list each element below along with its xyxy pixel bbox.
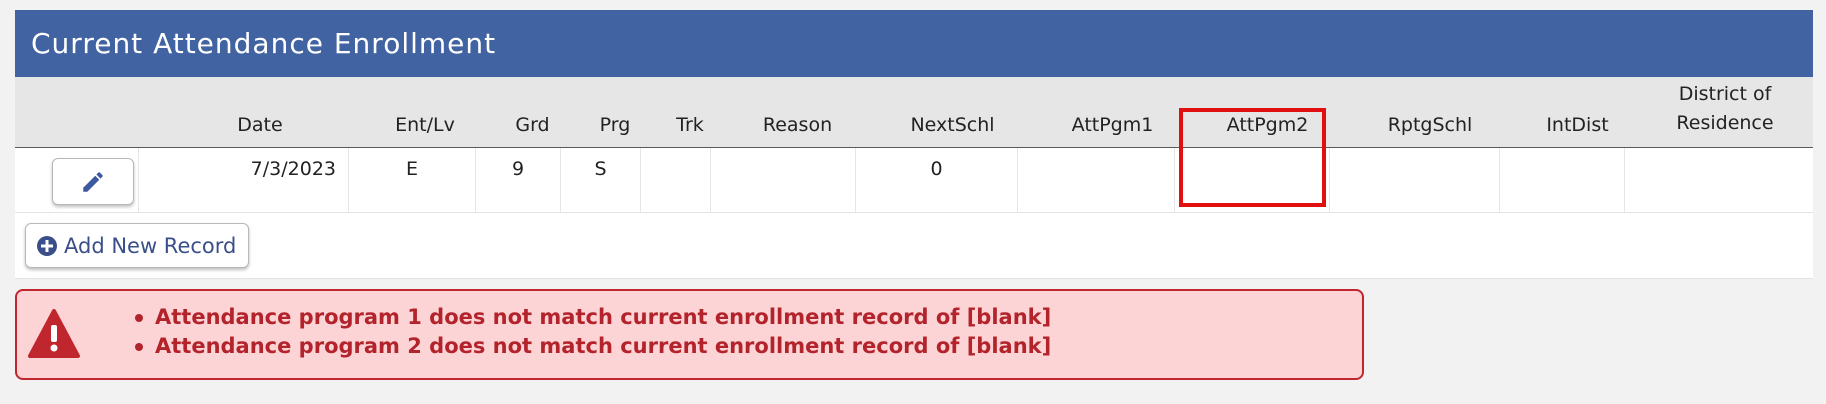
col-trk[interactable]: Trk — [655, 77, 725, 147]
cell-reason — [710, 148, 855, 212]
cell-grd: 9 — [475, 148, 560, 212]
cell-rptgschl — [1329, 148, 1499, 212]
plus-circle-icon — [37, 235, 57, 256]
cell-ent-lv: E — [348, 148, 475, 212]
col-date[interactable]: Date — [155, 77, 365, 147]
edit-cell — [15, 148, 138, 212]
col-attpgm1[interactable]: AttPgm1 — [1035, 77, 1190, 147]
cell-date: 7/3/2023 — [138, 148, 348, 212]
col-grd[interactable]: Grd — [490, 77, 575, 147]
cell-attpgm2 — [1174, 148, 1329, 212]
alert-message-list: Attendance program 1 does not match curr… — [135, 303, 1051, 361]
col-district-of-residence[interactable]: District of Residence — [1640, 77, 1810, 147]
col-district-line2: Residence — [1676, 111, 1774, 134]
col-rptgschl[interactable]: RptgSchl — [1345, 77, 1515, 147]
col-district-line1: District of — [1678, 82, 1772, 105]
cell-prg: S — [560, 148, 640, 212]
cell-intdist — [1499, 148, 1624, 212]
col-intdist[interactable]: IntDist — [1515, 77, 1640, 147]
add-record-row: Add New Record — [15, 213, 1813, 279]
alert-message: Attendance program 2 does not match curr… — [135, 332, 1051, 361]
alert-message-text: Attendance program 2 does not match curr… — [155, 334, 1052, 358]
error-alert: Attendance program 1 does not match curr… — [15, 289, 1364, 380]
warning-triangle-icon — [28, 309, 80, 358]
col-prg[interactable]: Prg — [575, 77, 655, 147]
col-attpgm2[interactable]: AttPgm2 — [1190, 77, 1345, 147]
panel-title: Current Attendance Enrollment — [15, 10, 1813, 77]
col-ent-lv[interactable]: Ent/Lv — [360, 77, 490, 147]
cell-trk — [640, 148, 710, 212]
cell-attpgm1 — [1017, 148, 1174, 212]
attendance-enrollment-panel: Current Attendance Enrollment Date Ent/L… — [15, 10, 1813, 279]
edit-button[interactable] — [52, 158, 134, 205]
col-nextschl[interactable]: NextSchl — [870, 77, 1035, 147]
pencil-icon — [83, 171, 103, 192]
add-new-record-label: Add New Record — [64, 233, 237, 258]
col-reason[interactable]: Reason — [725, 77, 870, 147]
grid-header: Date Ent/Lv Grd Prg Trk Reason NextSchl … — [15, 77, 1813, 148]
table-row: 7/3/2023 E 9 S 0 — [15, 148, 1813, 213]
cell-nextschl: 0 — [855, 148, 1017, 212]
alert-message-text: Attendance program 1 does not match curr… — [155, 305, 1052, 329]
add-new-record-button[interactable]: Add New Record — [25, 223, 249, 268]
cell-district — [1624, 148, 1813, 212]
alert-message: Attendance program 1 does not match curr… — [135, 303, 1051, 332]
